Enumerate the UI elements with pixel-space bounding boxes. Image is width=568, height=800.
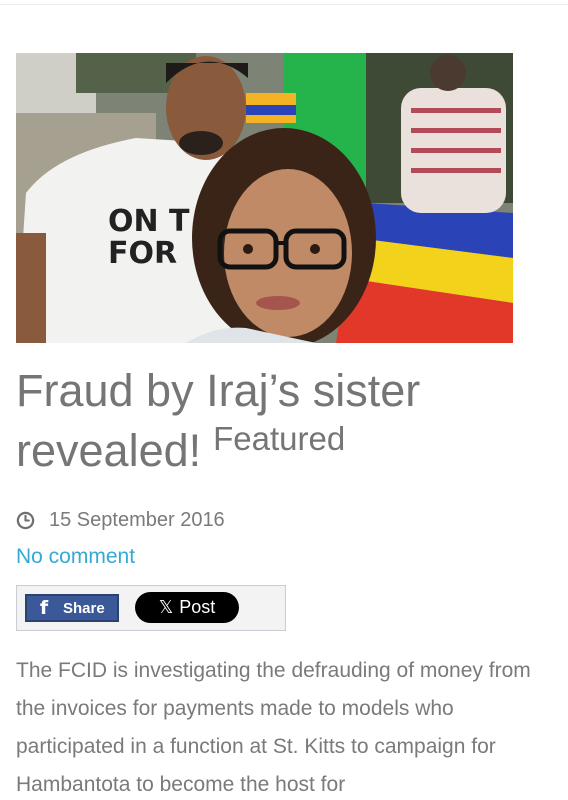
svg-text:FOR: FOR xyxy=(108,236,177,271)
article-title-block: Fraud by Iraj’s sister revealed! Featured xyxy=(16,361,536,481)
article-date: 15 September 2016 xyxy=(16,506,225,534)
x-logo-icon: 𝕏 xyxy=(158,597,174,618)
clock-icon xyxy=(16,511,35,530)
facebook-share-button[interactable]: f Share xyxy=(25,594,119,622)
x-post-button[interactable]: 𝕏 Post xyxy=(135,592,239,623)
article-body: The FCID is investigating the defrauding… xyxy=(16,659,531,796)
facebook-share-label: Share xyxy=(63,599,105,617)
facebook-icon: f xyxy=(39,597,49,619)
svg-text:ON T: ON T xyxy=(108,204,190,239)
featured-badge: Featured xyxy=(213,420,346,457)
date-text: 15 September 2016 xyxy=(49,508,225,531)
share-bar: f Share 𝕏 Post xyxy=(16,585,286,631)
x-post-label: Post xyxy=(179,597,216,617)
top-divider xyxy=(0,0,568,5)
article-featured-image[interactable]: ON T FOR xyxy=(16,53,513,343)
featured-image-illustration: ON T FOR xyxy=(16,53,513,343)
comment-link[interactable]: No comment xyxy=(16,545,135,569)
